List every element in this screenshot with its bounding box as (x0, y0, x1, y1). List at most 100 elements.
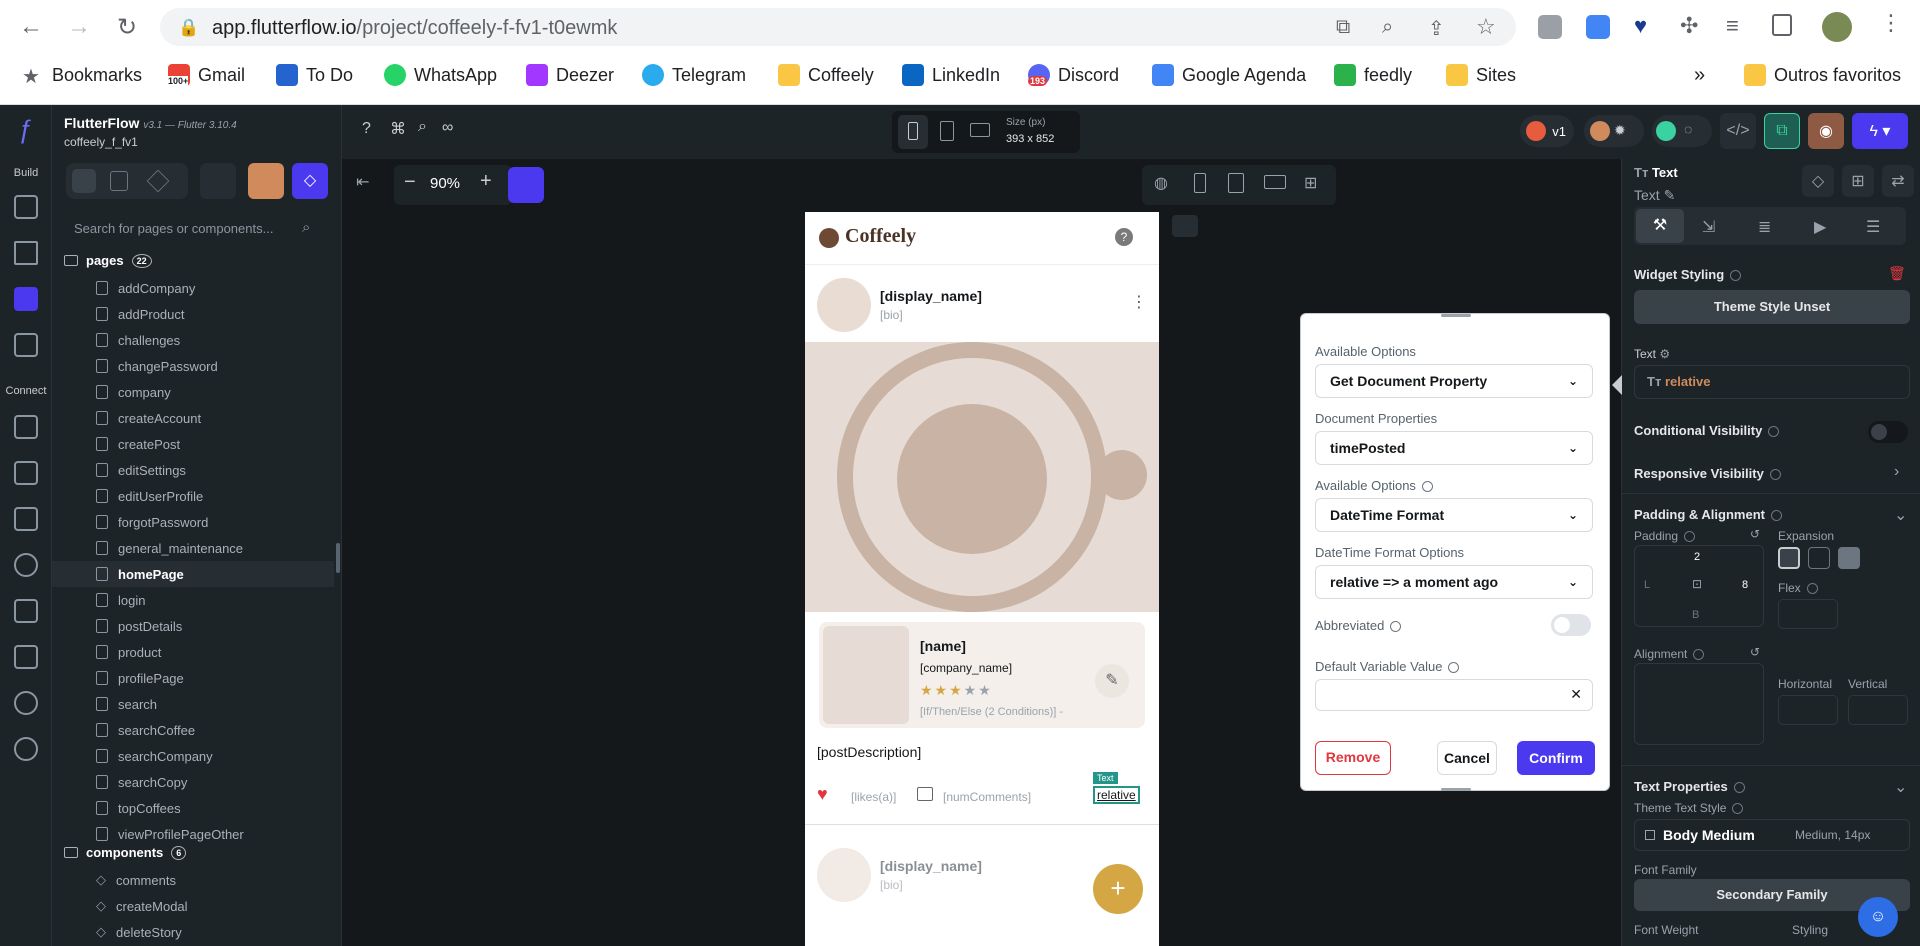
datetime-format-dropdown[interactable]: relative => a moment ago ⌄ (1315, 565, 1593, 599)
reload-icon[interactable]: ↻ (110, 10, 144, 44)
open-in-app-icon[interactable]: ⧉ (1336, 16, 1350, 39)
add-widget-icon[interactable] (14, 195, 38, 219)
page-item[interactable]: homePage (96, 564, 184, 584)
pages-folder[interactable]: pages 22 (64, 253, 152, 268)
page-item[interactable]: login (96, 590, 145, 610)
chevron-right-icon[interactable]: › (1894, 463, 1899, 481)
page-item[interactable]: viewProfilePageOther (96, 824, 244, 844)
cloud-functions-icon[interactable] (14, 691, 38, 715)
bookmark-star-icon[interactable]: ☆ (1476, 14, 1496, 40)
theme-style-unset-button[interactable]: Theme Style Unset (1634, 290, 1910, 324)
tab-database-icon[interactable]: ≣ (1758, 217, 1771, 237)
extension-v-icon[interactable]: ♥ (1634, 13, 1647, 39)
info-icon[interactable] (1768, 426, 1780, 438)
add-page-button[interactable] (248, 163, 284, 199)
tablet-icon[interactable] (940, 121, 954, 141)
tab-pages-icon[interactable] (72, 169, 96, 193)
page-item[interactable]: challenges (96, 330, 180, 350)
extension-m-icon[interactable] (1538, 15, 1562, 39)
horizontal-input[interactable] (1778, 695, 1838, 725)
page-item[interactable]: forgotPassword (96, 512, 208, 532)
help-icon[interactable]: ? (1115, 228, 1133, 246)
flex-input[interactable] (1778, 599, 1838, 629)
forward-icon[interactable]: → (62, 10, 96, 44)
padding-right[interactable]: 8 (1742, 579, 1748, 591)
component-item[interactable]: ◇ createModal (96, 896, 188, 916)
bookmark-todo[interactable]: To Do (276, 62, 353, 88)
collapse-panel-icon[interactable]: ⇤ (356, 172, 369, 192)
bookmark-sites[interactable]: Sites (1446, 62, 1516, 88)
canvas-toggle-icon[interactable] (1172, 215, 1198, 237)
lock-icon[interactable]: ⊡ (1692, 577, 1702, 591)
tab-docs-icon[interactable]: ☰ (1866, 217, 1880, 237)
bookmark-google-agenda[interactable]: Google Agenda (1152, 62, 1306, 88)
chat-support-icon[interactable]: ☺ (1858, 897, 1898, 937)
wrap-widget-icon[interactable]: ⇄ (1882, 165, 1914, 197)
side-panel-icon[interactable] (1772, 14, 1792, 36)
document-properties-dropdown[interactable]: timePosted ⌄ (1315, 431, 1593, 465)
run-button[interactable]: ϟ ▾ (1852, 113, 1908, 149)
tablet-preview-icon[interactable] (1228, 173, 1244, 193)
info-icon[interactable] (1806, 583, 1818, 595)
edit-icon[interactable]: ✎ (1664, 187, 1676, 203)
search-icon[interactable]: ⌕ (418, 118, 427, 136)
profile-avatar[interactable] (1822, 12, 1852, 42)
widget-tree-icon[interactable] (14, 241, 38, 265)
page-item[interactable]: company (96, 382, 171, 402)
flutterflow-logo[interactable]: ƒ (12, 115, 40, 143)
custom-code-icon[interactable] (14, 645, 38, 669)
theme-text-style-dropdown[interactable]: Body Medium Medium, 14px (1634, 819, 1910, 851)
settings-gear-icon[interactable] (14, 737, 38, 761)
bookmark-other-favorites[interactable]: Outros favoritos (1744, 62, 1901, 88)
zoom-in-button[interactable]: + (480, 170, 492, 193)
component-item[interactable]: ◇ deleteStory (96, 922, 182, 942)
delete-icon[interactable]: 🗑 (1888, 265, 1906, 282)
info-icon[interactable] (1769, 469, 1781, 481)
component-item[interactable]: ◇ comments (96, 870, 176, 890)
components-folder[interactable]: components 6 (64, 845, 187, 860)
translate-icon[interactable] (1586, 15, 1610, 39)
scrollbar-thumb[interactable] (336, 543, 340, 573)
text-value-field[interactable]: Tт relative (1634, 365, 1910, 399)
database-icon[interactable] (14, 415, 38, 439)
desktop-icon[interactable] (970, 123, 990, 137)
default-variable-input[interactable]: ✕ (1315, 679, 1593, 711)
expansion-none-icon[interactable] (1778, 547, 1800, 569)
command-icon[interactable]: ⌘ (390, 119, 406, 139)
bookmark-whatsapp[interactable]: WhatsApp (384, 62, 497, 88)
reset-icon[interactable]: ↺ (1750, 645, 1760, 659)
info-icon[interactable] (1421, 481, 1433, 493)
chevron-down-icon[interactable]: ⌄ (1894, 777, 1907, 797)
tree-icon[interactable]: ⊞ (1304, 173, 1317, 193)
page-item[interactable]: product (96, 642, 161, 662)
info-icon[interactable] (1732, 803, 1744, 815)
page-item[interactable]: profilePage (96, 668, 184, 688)
info-icon[interactable] (1684, 531, 1696, 543)
vertical-input[interactable] (1848, 695, 1908, 725)
page-item[interactable]: search (96, 694, 157, 714)
text-properties-header[interactable]: Text Properties (1634, 779, 1745, 794)
search-icon[interactable]: ⌕ (302, 219, 310, 236)
padding-alignment-header[interactable]: Padding & Alignment (1634, 507, 1782, 522)
comment-icon[interactable] (917, 787, 933, 801)
zoom-icon[interactable]: ⌕ (1382, 16, 1393, 39)
confirm-button[interactable]: Confirm (1517, 741, 1595, 775)
page-item[interactable]: searchCoffee (96, 720, 195, 740)
drag-handle[interactable] (1441, 314, 1471, 317)
info-icon[interactable] (1770, 510, 1782, 522)
expansion-expanded-icon[interactable] (1838, 547, 1860, 569)
clear-icon[interactable]: ✕ (1570, 686, 1582, 703)
avatar[interactable] (817, 848, 871, 902)
bookmark-feedly[interactable]: feedly (1334, 62, 1412, 88)
remove-button[interactable]: Remove (1315, 741, 1391, 775)
storyboard-icon[interactable] (14, 333, 38, 357)
page-item[interactable]: general_maintenance (96, 538, 243, 558)
fab-add-button[interactable]: + (1093, 864, 1143, 914)
bookmark-deezer[interactable]: Deezer (526, 62, 614, 88)
tab-components-icon[interactable] (110, 171, 128, 191)
widget-name[interactable]: Text ✎ (1634, 187, 1675, 204)
version-button[interactable]: v1 (1520, 115, 1574, 147)
drag-handle-bottom[interactable] (1441, 788, 1471, 791)
back-icon[interactable]: ← (14, 10, 48, 44)
page-item[interactable]: addCompany (96, 278, 195, 298)
